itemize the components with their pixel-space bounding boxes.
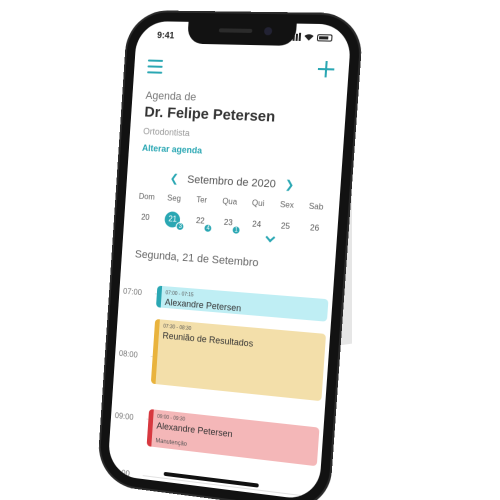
day-tue[interactable]: Ter 22 4 [186,195,216,230]
day-number: 22 [196,216,205,225]
phone-screen: 9:41 Agenda de Dr. Felipe Petersen Ortod… [107,21,352,500]
day-mon[interactable]: Seg 21 3 [158,193,188,228]
event-color-bar [156,286,162,308]
status-time: 9:41 [157,30,175,40]
change-agenda-link[interactable]: Alterar agenda [142,143,203,156]
camera [264,27,273,35]
hour-line [143,475,315,498]
event-color-bar [147,409,154,447]
phone-frame: 9:41 Agenda de Dr. Felipe Petersen Ortod… [98,12,362,500]
day-name: Dom [133,192,161,202]
day-name: Qui [244,198,273,209]
appointment-card[interactable]: 07:00 - 07:15 Alexandre Petersen [156,286,329,322]
appointment-count-badge: 4 [203,224,212,234]
speaker [219,28,253,33]
appointment-count-badge: 1 [231,225,240,235]
battery-icon [317,34,333,41]
day-number: 21 [168,214,177,223]
hamburger-menu-icon[interactable] [147,60,163,74]
hour-label: 10:00 [111,467,130,478]
appointment-count-badge: 3 [176,222,185,231]
stage: 9:41 Agenda de Dr. Felipe Petersen Ortod… [0,0,500,500]
day-number-selected: 21 3 [164,211,180,228]
notch [187,21,297,46]
day-wed[interactable]: Qua 23 1 [214,196,245,232]
day-thu[interactable]: Qui 24 [242,198,273,234]
day-number: 25 [277,218,294,235]
day-name: Ter [188,195,216,206]
week-strip: Dom 20 Seg 213 Ter 224 Qua 231 Qui 24 [131,192,331,238]
day-sun[interactable]: Dom 20 [131,192,160,227]
prev-month-chevron-icon[interactable]: ❮ [169,173,179,185]
day-name: Qua [215,196,244,207]
day-number: 23 [224,218,233,228]
day-number: 24 [248,216,265,233]
appointment-card[interactable]: 09:00 - 09:30 Alexandre Petersen Manuten… [147,409,320,466]
top-bar [147,57,335,84]
add-plus-icon[interactable] [317,61,335,78]
day-number-wrap: 22 4 [192,213,209,230]
month-label: Setembro de 2020 [187,174,276,191]
day-number: 20 [137,209,153,226]
hour-label: 08:00 [119,349,138,360]
day-name: Seg [160,193,188,203]
wifi-icon [304,33,315,41]
status-icons [289,33,332,42]
day-name: Sex [272,200,302,211]
selected-date-title: Segunda, 21 de Setembro [135,249,259,270]
hour-label: 07:00 [123,287,142,297]
next-month-chevron-icon[interactable]: ❯ [284,179,294,192]
day-number: 26 [306,220,323,237]
event-color-bar [151,319,160,384]
day-name: Sab [301,201,331,212]
hour-label: 09:00 [115,411,134,422]
doctor-specialty: Ortodontista [143,126,330,144]
day-number-wrap: 23 1 [220,215,237,232]
day-timeline: 07:00 08:00 09:00 10:00 07:00 - 07:15 Al… [107,267,334,500]
day-fri[interactable]: Sex 25 [270,200,301,236]
agenda-header: Agenda de Dr. Felipe Petersen Ortodontis… [142,90,333,165]
month-navigator: ❮ Setembro de 2020 ❯ [127,170,341,194]
meeting-card[interactable]: 07:30 - 08:30 Reunião de Resultados [151,319,326,401]
day-sat[interactable]: Sab 26 [299,201,331,237]
